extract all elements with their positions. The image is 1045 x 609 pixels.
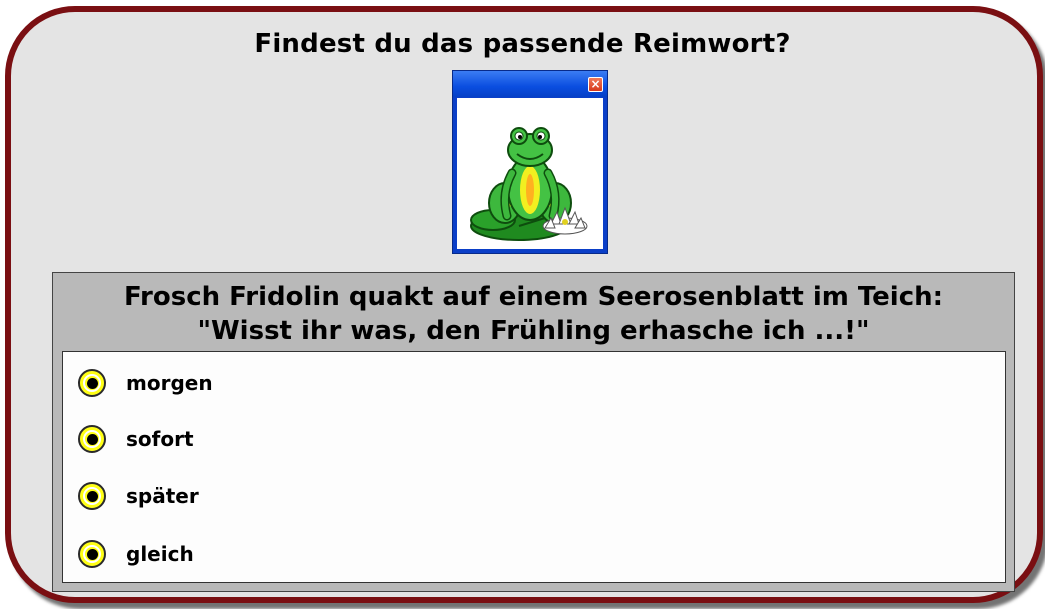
radio-button[interactable] bbox=[70, 363, 114, 403]
option-sofort[interactable]: sofort bbox=[70, 419, 370, 459]
option-label: später bbox=[126, 484, 199, 508]
radio-icon bbox=[78, 540, 106, 568]
question-line-1: Frosch Fridolin quakt auf einem Seerosen… bbox=[123, 282, 944, 312]
image-window-titlebar[interactable]: × bbox=[453, 71, 607, 97]
radio-button[interactable] bbox=[70, 534, 114, 574]
image-container bbox=[457, 98, 603, 249]
close-button[interactable]: × bbox=[588, 77, 603, 92]
option-spaeter[interactable]: später bbox=[70, 476, 370, 516]
page-title: Findest du das passende Reimwort? bbox=[254, 29, 791, 59]
frog-illustration bbox=[470, 127, 588, 241]
option-morgen[interactable]: morgen bbox=[70, 363, 370, 403]
option-label: morgen bbox=[126, 371, 213, 395]
option-label: sofort bbox=[126, 427, 194, 451]
radio-icon bbox=[78, 369, 106, 397]
radio-icon bbox=[78, 482, 106, 510]
option-label: gleich bbox=[126, 542, 194, 566]
radio-button[interactable] bbox=[70, 419, 114, 459]
radio-icon bbox=[78, 425, 106, 453]
question-line-2: "Wisst ihr was, den Frühling erhasche ic… bbox=[197, 316, 870, 346]
radio-button[interactable] bbox=[70, 476, 114, 516]
question-text: Frosch Fridolin quakt auf einem Seerosen… bbox=[52, 280, 1015, 348]
image-window: × bbox=[452, 70, 608, 254]
option-gleich[interactable]: gleich bbox=[70, 534, 370, 574]
